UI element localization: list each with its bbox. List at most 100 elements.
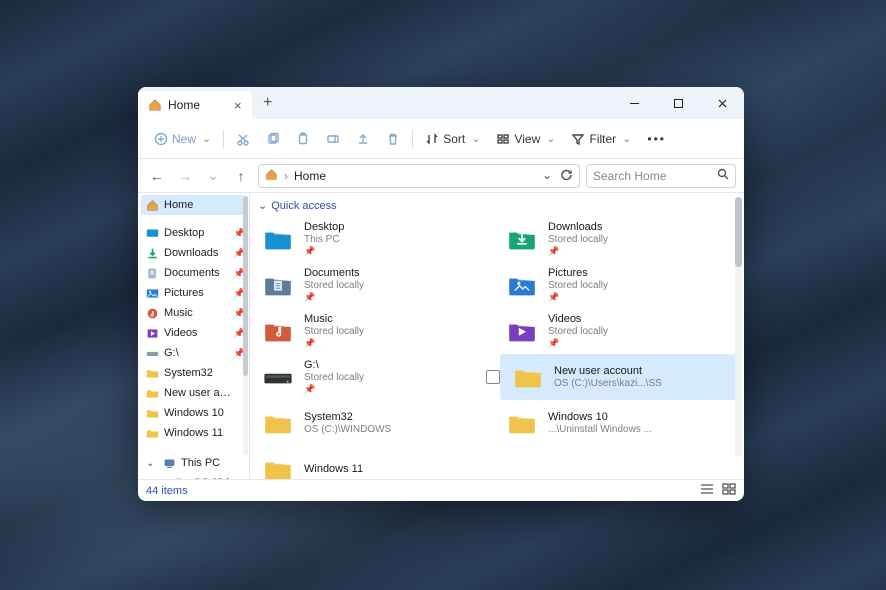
sidebar-item-windows-10[interactable]: Windows 10 xyxy=(138,403,249,423)
sidebar-scrollbar[interactable] xyxy=(243,196,248,455)
sidebar-item-this-pc[interactable]: ⌄ This PC xyxy=(138,453,249,473)
nav-back-button[interactable]: ← xyxy=(146,168,168,184)
desktop-icon xyxy=(146,227,159,240)
item-title: Windows 11 xyxy=(304,463,363,476)
drive-icon xyxy=(175,477,188,480)
nav-tree: Home Desktop 📌 Downloads 📌 Documents 📌 xyxy=(138,193,249,479)
new-tab-button[interactable]: + xyxy=(252,87,284,119)
quick-access-item[interactable]: G:\ Stored locally 📌 xyxy=(256,354,494,400)
documents-icon xyxy=(146,267,159,280)
sidebar-label: Pictures xyxy=(164,287,204,299)
quick-access-item[interactable]: Videos Stored locally 📌 xyxy=(500,308,738,354)
breadcrumb-root[interactable]: Home xyxy=(294,169,326,183)
item-title: New user account xyxy=(554,365,662,378)
item-subtitle: ...\Uninstall Windows ... xyxy=(548,424,652,436)
sidebar-label: G:\ xyxy=(164,347,179,359)
search-box[interactable]: Search Home xyxy=(586,164,736,188)
sort-button[interactable]: Sort xyxy=(419,128,486,150)
drive-icon xyxy=(260,362,296,392)
filter-button[interactable]: Filter xyxy=(565,128,637,150)
collapse-icon[interactable]: ⌄ xyxy=(146,458,156,469)
sidebar-item-system32[interactable]: System32 xyxy=(138,363,249,383)
downloads-icon xyxy=(504,224,540,254)
quick-access-item[interactable]: Documents Stored locally 📌 xyxy=(256,262,494,308)
quick-access-item[interactable]: Music Stored locally 📌 xyxy=(256,308,494,354)
share-button[interactable] xyxy=(350,128,376,150)
item-subtitle: OS (C:)\WINDOWS xyxy=(304,424,391,436)
sidebar-item-new-user-account[interactable]: New user account xyxy=(138,383,249,403)
pin-icon: 📌 xyxy=(548,292,608,302)
navbar: ← → ⌄ ↑ › Home ⌄ Search Home xyxy=(138,159,744,193)
quick-access-item[interactable]: Downloads Stored locally 📌 xyxy=(500,216,738,262)
chevron-right-icon: › xyxy=(284,169,288,183)
content-scrollbar[interactable] xyxy=(735,197,742,457)
sidebar-item-downloads[interactable]: Downloads 📌 xyxy=(138,243,249,263)
tab-close-icon[interactable]: × xyxy=(234,99,242,112)
details-view-button[interactable] xyxy=(700,483,714,498)
delete-button[interactable] xyxy=(380,128,406,150)
new-button[interactable]: New xyxy=(148,128,217,150)
sidebar-label: Windows 10 xyxy=(164,407,224,419)
folder-icon xyxy=(146,367,159,380)
folder-icon xyxy=(146,427,159,440)
pictures-icon xyxy=(146,287,159,300)
minimize-button[interactable] xyxy=(612,87,656,119)
folder-icon xyxy=(260,408,296,438)
item-subtitle: Stored locally xyxy=(548,280,608,292)
file-explorer-window: Home × + New xyxy=(138,87,744,501)
nav-recent-button[interactable]: ⌄ xyxy=(202,167,224,184)
maximize-button[interactable] xyxy=(656,87,700,119)
expand-icon[interactable]: › xyxy=(158,478,168,480)
pin-icon: 📌 xyxy=(304,246,344,256)
view-button[interactable]: View xyxy=(490,128,561,150)
copy-button[interactable] xyxy=(260,128,286,150)
pc-icon xyxy=(163,457,176,470)
pictures-icon xyxy=(504,270,540,300)
section-quick-access[interactable]: Quick access xyxy=(250,193,744,214)
sidebar-item-desktop[interactable]: Desktop 📌 xyxy=(138,223,249,243)
refresh-button[interactable] xyxy=(560,168,573,184)
address-dropdown-icon[interactable]: ⌄ xyxy=(542,168,552,184)
item-title: System32 xyxy=(304,411,391,424)
tiles-view-button[interactable] xyxy=(722,483,736,498)
cut-button[interactable] xyxy=(230,128,256,150)
drive-icon xyxy=(146,347,159,360)
sidebar-label: OS (C:) xyxy=(193,477,230,479)
new-label: New xyxy=(172,132,196,146)
checkbox[interactable] xyxy=(486,370,500,384)
music-icon xyxy=(146,307,159,320)
sidebar-item-home[interactable]: Home xyxy=(141,195,246,215)
sidebar-item-drive-g[interactable]: G:\ 📌 xyxy=(138,343,249,363)
rename-button[interactable] xyxy=(320,128,346,150)
sidebar-item-music[interactable]: Music 📌 xyxy=(138,303,249,323)
explorer-body: Home Desktop 📌 Downloads 📌 Documents 📌 xyxy=(138,193,744,479)
home-icon xyxy=(148,98,162,112)
tab-home[interactable]: Home × xyxy=(138,91,252,119)
item-title: Windows 10 xyxy=(548,411,652,424)
quick-access-item[interactable]: Pictures Stored locally 📌 xyxy=(500,262,738,308)
quick-access-item[interactable]: Windows 11 xyxy=(256,446,494,479)
pin-icon: 📌 xyxy=(548,338,608,348)
sidebar-item-windows-11[interactable]: Windows 11 xyxy=(138,423,249,443)
nav-forward-button[interactable]: → xyxy=(174,168,196,184)
address-bar[interactable]: › Home ⌄ xyxy=(258,164,580,188)
desktop-icon xyxy=(260,224,296,254)
view-label: View xyxy=(514,132,540,146)
quick-access-item[interactable]: System32 OS (C:)\WINDOWS xyxy=(256,400,494,446)
nav-up-button[interactable]: ↑ xyxy=(230,168,252,184)
quick-access-item[interactable]: New user account OS (C:)\Users\kazi...\S… xyxy=(500,354,738,400)
item-title: Videos xyxy=(548,313,608,326)
sidebar-item-documents[interactable]: Documents 📌 xyxy=(138,263,249,283)
item-title: Downloads xyxy=(548,221,608,234)
status-bar: 44 items xyxy=(138,479,744,501)
more-button[interactable]: ••• xyxy=(641,128,672,150)
quick-access-item[interactable]: Desktop This PC 📌 xyxy=(256,216,494,262)
sidebar-item-videos[interactable]: Videos 📌 xyxy=(138,323,249,343)
quick-access-item[interactable]: Windows 10 ...\Uninstall Windows ... xyxy=(500,400,738,446)
close-button[interactable] xyxy=(700,87,744,119)
folder-icon xyxy=(146,407,159,420)
sidebar-item-pictures[interactable]: Pictures 📌 xyxy=(138,283,249,303)
paste-button[interactable] xyxy=(290,128,316,150)
sidebar-label: New user account xyxy=(164,387,234,399)
sidebar-item-os-c[interactable]: › OS (C:) xyxy=(138,473,249,479)
